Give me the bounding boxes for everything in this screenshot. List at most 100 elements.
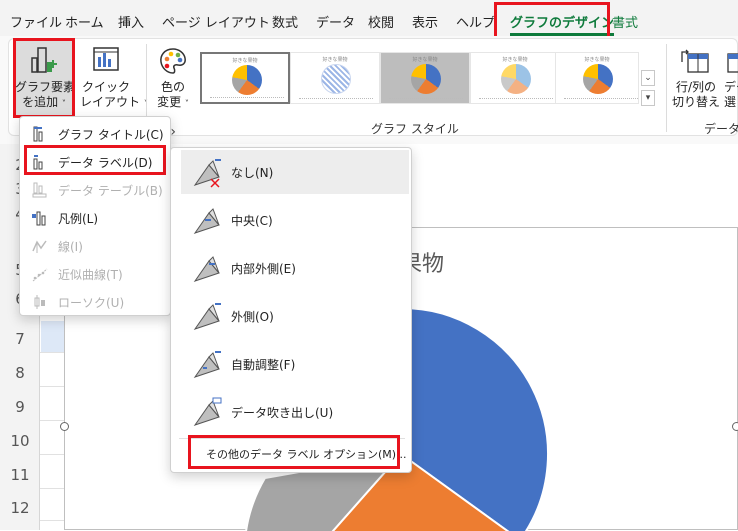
select-data-label-2: 選 [724, 95, 737, 109]
label-outside-end-icon [193, 303, 221, 330]
tab-data[interactable]: データ [316, 12, 355, 31]
legend-line [389, 98, 463, 100]
tab-file[interactable]: ファイル [10, 12, 62, 31]
pie-chart-icon [583, 64, 613, 94]
tab-insert[interactable]: 挿入 [118, 12, 144, 31]
style-thumb-title: 好きな果物 [502, 57, 528, 63]
menu-item-candlestick[interactable]: ローソク(U) › [24, 289, 182, 315]
trendline-icon [32, 268, 48, 282]
chart-style-thumb-3[interactable]: 好きな果物 [380, 52, 470, 104]
label-inside-end-icon [193, 256, 220, 282]
gallery-scroll-down-button[interactable]: ⌄ [641, 70, 655, 86]
style-thumb-title: 好きな果物 [584, 57, 610, 63]
chart-style-thumb-5[interactable]: 好きな果物 [555, 52, 639, 104]
submenu-item-label: 外側(O) [231, 310, 274, 324]
submenu-item-inside-end[interactable]: 内部外側(E) [181, 246, 409, 290]
chart-style-thumb-2[interactable]: 好きな果物 [290, 52, 380, 104]
select-data-icon [727, 53, 738, 73]
highlight-box [13, 38, 75, 118]
row-header-11[interactable]: 11 [0, 466, 40, 484]
pie-chart-icon [501, 64, 531, 94]
style-thumb-title: 好きな果物 [412, 57, 438, 63]
menu-item-label: 凡例(L) [58, 212, 99, 226]
chart-title-icon [33, 126, 43, 142]
change-colors-label-1: 色の [160, 80, 185, 94]
submenu-item-outside-end[interactable]: 外側(O) [181, 294, 409, 338]
group-separator [666, 44, 667, 132]
chevron-down-icon: ⌄ [644, 73, 652, 83]
highlight-box [188, 435, 400, 469]
tab-view[interactable]: 表示 [412, 12, 438, 31]
row-header-9[interactable]: 9 [0, 398, 40, 416]
legend-line [210, 97, 284, 99]
tab-page-layout[interactable]: ページ レイアウト [162, 12, 270, 31]
menu-item-label: データ テーブル(B) [58, 184, 163, 198]
palette-icon [160, 48, 186, 74]
more-icon: ▾ [645, 93, 651, 103]
submenu-item-label: 内部外側(E) [231, 262, 296, 276]
tab-format[interactable]: 書式 [612, 12, 638, 31]
legend-line [299, 98, 373, 100]
menu-item-lines[interactable]: 線(I) › [24, 233, 182, 259]
menu-item-data-table[interactable]: データ テーブル(B) › [24, 177, 182, 203]
select-data-button[interactable]: デー 選 [722, 40, 738, 116]
submenu-item-callout[interactable]: データ吹き出し(U) [181, 390, 409, 434]
legend-line [564, 98, 638, 100]
change-colors-button[interactable]: 色の 変更 ˅ [150, 40, 196, 116]
lines-icon [32, 240, 47, 253]
style-thumb-title: 好きな果物 [322, 57, 348, 63]
data-table-icon [32, 182, 47, 198]
tab-review[interactable]: 校閲 [368, 12, 394, 31]
quick-layout-label-2: レイアウト ˅ [80, 95, 148, 111]
chart-style-thumb-1[interactable]: 好きな果物 [200, 52, 290, 104]
change-colors-label-2: 変更 ˅ [157, 95, 189, 109]
switch-row-column-label-1: 行/列の [675, 80, 717, 94]
tab-formulas[interactable]: 数式 [272, 12, 298, 31]
ribbon-tab-bar: ファイル ホーム 挿入 ページ レイアウト 数式 データ 校閲 表示 ヘルプ グ… [0, 0, 738, 36]
menu-item-label: ローソク(U) [58, 296, 125, 310]
menu-item-label: 線(I) [58, 240, 83, 254]
pie-chart-icon [411, 64, 441, 94]
data-labels-submenu: なし(N) 中央(C) 内部外側(E) 外側(O) 自動調整(F) データ吹き出… [170, 147, 412, 473]
submenu-item-label: 自動調整(F) [231, 358, 296, 372]
data-group-label: データ [704, 122, 738, 136]
chart-style-thumb-4[interactable]: 好きな果物 [470, 52, 560, 104]
row-header-7[interactable]: 7 [0, 330, 40, 348]
submenu-item-center[interactable]: 中央(C) [181, 198, 409, 242]
submenu-item-label: なし(N) [231, 166, 274, 180]
resize-handle[interactable] [732, 422, 738, 431]
submenu-item-label: 中央(C) [231, 214, 273, 228]
label-center-icon [193, 208, 220, 234]
quick-layout-button[interactable]: クイック レイアウト ˅ [80, 40, 148, 116]
highlight-box [24, 145, 166, 175]
tab-home[interactable]: ホーム [65, 12, 104, 31]
submenu-item-none[interactable]: なし(N) [181, 150, 409, 194]
pie-chart-icon [232, 65, 262, 95]
style-thumb-title: 好きな果物 [232, 58, 258, 64]
label-best-fit-icon [193, 351, 221, 378]
row-header-8[interactable]: 8 [0, 364, 40, 382]
quick-layout-label-1: クイック [81, 80, 130, 94]
switch-row-column-label-2: 切り替え [672, 95, 721, 109]
row-header-10[interactable]: 10 [0, 432, 40, 450]
submenu-item-best-fit[interactable]: 自動調整(F) [181, 342, 409, 386]
chevron-down-icon: ˅ [184, 99, 189, 108]
quick-layout-icon [93, 47, 119, 71]
gallery-more-button[interactable]: ▾ [641, 90, 655, 106]
pie-chart-icon [321, 64, 351, 94]
resize-handle[interactable] [60, 422, 69, 431]
label-callout-icon [193, 397, 222, 426]
switch-row-column-button[interactable]: 行/列の 切り替え [672, 40, 720, 116]
chart-styles-group-label: グラフ スタイル [371, 122, 459, 136]
legend-line [479, 98, 553, 100]
tab-help[interactable]: ヘルプ [456, 12, 495, 31]
menu-item-chart-title[interactable]: グラフ タイトル(C) › [24, 121, 182, 147]
switch-row-column-icon [681, 49, 709, 73]
menu-item-trendline[interactable]: 近似曲線(T) › [24, 261, 182, 287]
submenu-item-label: データ吹き出し(U) [231, 406, 334, 420]
candlestick-icon [34, 295, 45, 309]
legend-icon [32, 211, 46, 226]
row-header-12[interactable]: 12 [0, 499, 40, 517]
menu-item-legend[interactable]: 凡例(L) › [24, 205, 182, 231]
menu-item-label: グラフ タイトル(C) [58, 128, 164, 142]
